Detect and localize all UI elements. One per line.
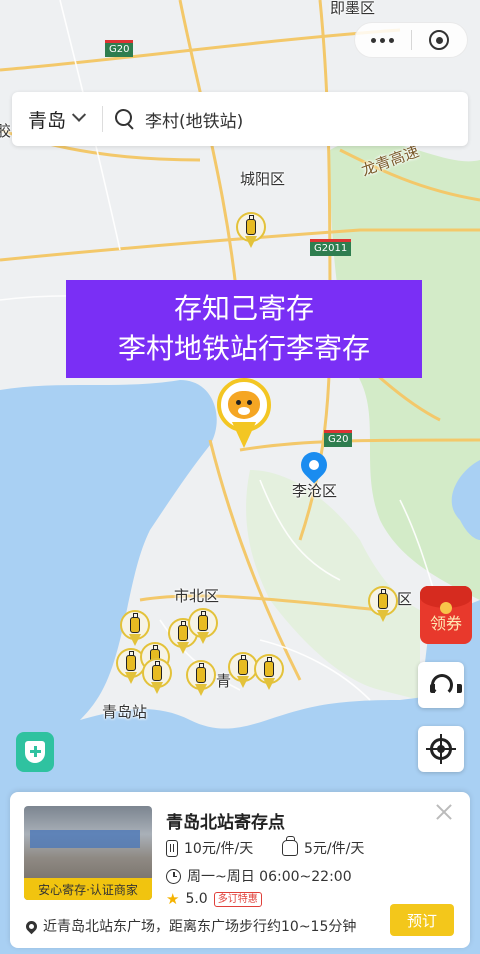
price-suitcase-text: 10元/件/天: [184, 841, 254, 857]
search-icon: [115, 109, 135, 129]
location-icon: [23, 918, 40, 934]
clock-icon: [166, 868, 181, 884]
record-icon[interactable]: [411, 22, 467, 58]
luggage-icon: [126, 651, 136, 671]
opening-hours-text: 周一~周日 06:00~22:00: [187, 869, 352, 885]
mini-program-capsule: [354, 22, 468, 58]
locate-me-button[interactable]: [418, 726, 464, 772]
luggage-pin[interactable]: [254, 654, 284, 692]
book-button[interactable]: 预订: [390, 904, 454, 936]
luggage-pin[interactable]: [142, 658, 172, 696]
current-location-pin[interactable]: [295, 446, 333, 488]
insurance-button[interactable]: [16, 732, 54, 772]
luggage-pin[interactable]: [188, 608, 218, 646]
price-bag-text: 5元/件/天: [304, 841, 365, 857]
luggage-icon: [238, 655, 248, 675]
crosshair-icon: [426, 734, 456, 764]
map-label-left-edge: 胶: [0, 122, 12, 140]
headset-icon: [430, 674, 462, 696]
search-bar: 青岛 李村(地铁站): [12, 92, 468, 146]
promo-banner: 存知己寄存 李村地铁站行李寄存: [66, 280, 422, 378]
city-selector[interactable]: 青岛: [12, 106, 87, 133]
suitcase-icon: [166, 839, 178, 857]
coupon-button[interactable]: 领券: [420, 586, 472, 644]
map-label-chengyang: 城阳区: [240, 170, 286, 188]
address-text: 近青岛北站东广场，距离东广场步行约10~15分钟: [43, 919, 357, 935]
luggage-icon: [152, 661, 162, 681]
price-bag: 5元/件/天: [282, 836, 365, 858]
luggage-icon: [178, 621, 188, 641]
luggage-icon: [378, 589, 388, 609]
opening-hours: 周一~周日 06:00~22:00: [166, 866, 352, 886]
store-thumbnail[interactable]: 安心寄存·认证商家: [24, 806, 152, 900]
more-dots-icon[interactable]: [355, 22, 411, 58]
coupon-label: 领券: [429, 614, 462, 633]
backpack-icon: [282, 836, 298, 856]
customer-service-button[interactable]: [418, 662, 464, 708]
rating: ★ 5.0 多订特惠: [166, 890, 262, 908]
certified-caption: 安心寄存·认证商家: [24, 878, 152, 900]
luggage-pin[interactable]: [368, 586, 398, 624]
star-icon: ★: [166, 890, 180, 908]
search-input[interactable]: 李村(地铁站): [145, 107, 243, 132]
shield-plus-icon: [25, 741, 45, 763]
selected-store-pin[interactable]: [217, 378, 271, 450]
luggage-icon: [246, 215, 256, 235]
rating-value: 5.0: [185, 891, 208, 907]
road-shield-g20: G20: [105, 40, 134, 57]
luggage-icon: [264, 657, 274, 677]
luggage-icon: [130, 613, 140, 633]
luggage-pin[interactable]: [186, 660, 216, 698]
tiger-mascot-icon: [228, 391, 260, 419]
map-label-jimo: 即墨区: [330, 0, 376, 17]
road-shield-g2011: G2011: [310, 239, 352, 256]
banner-line-1: 存知己寄存: [173, 292, 314, 325]
road-shield-g20-south: G20: [324, 430, 353, 447]
close-icon[interactable]: [434, 802, 454, 822]
search-divider: [102, 106, 104, 132]
discount-tag: 多订特惠: [213, 891, 262, 907]
luggage-icon: [196, 663, 206, 683]
store-card[interactable]: 安心寄存·认证商家 青岛北站寄存点 10元/件/天 5元/件/天 周一~周日 0…: [10, 792, 470, 948]
map-label-shibei: 市北区: [174, 587, 220, 605]
city-label: 青岛: [28, 109, 67, 132]
luggage-icon: [198, 611, 208, 631]
price-suitcase: 10元/件/天: [166, 838, 253, 858]
address: 近青岛北站东广场，距离东广场步行约10~15分钟: [23, 916, 357, 936]
store-title: 青岛北站寄存点: [166, 813, 285, 833]
storefront-image: [30, 830, 140, 848]
chevron-down-icon: [71, 107, 87, 122]
banner-line-2: 李村地铁站行李寄存: [117, 332, 370, 365]
map-label-qingdao-station: 青岛站: [102, 703, 148, 721]
luggage-pin[interactable]: [236, 212, 266, 250]
